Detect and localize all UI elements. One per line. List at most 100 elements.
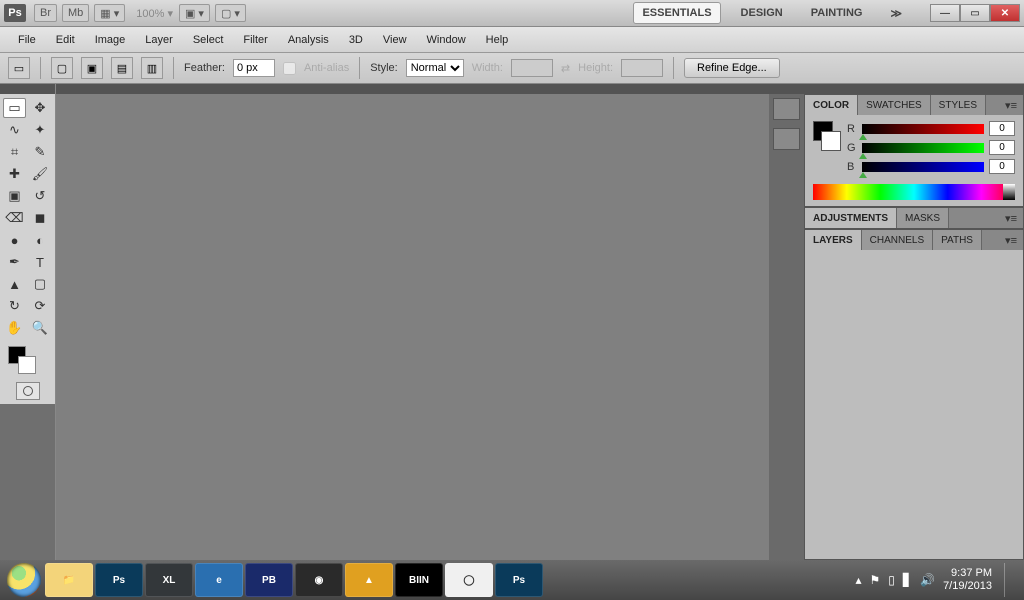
adjustments-panel-menu-icon[interactable]: ▾≡ — [999, 208, 1023, 228]
menu-filter[interactable]: Filter — [233, 30, 277, 50]
tools-drag-header[interactable] — [0, 84, 55, 94]
feather-input[interactable] — [233, 59, 275, 77]
screen-mode-chip[interactable]: ▣ ▾ — [179, 4, 210, 22]
taskbar-app-pb[interactable]: PB — [245, 563, 293, 597]
tab-color[interactable]: COLOR — [805, 95, 858, 115]
taskbar-photoshop[interactable]: Ps — [95, 563, 143, 597]
new-selection-icon[interactable]: ▢ — [51, 57, 73, 79]
tool-3d-orbit[interactable]: ⟳ — [29, 296, 52, 316]
minimize-button[interactable]: — — [930, 4, 960, 22]
tray-network-icon[interactable]: ▋ — [903, 573, 912, 587]
tray-up-icon[interactable]: ▴ — [855, 573, 861, 587]
quick-mask-toggle[interactable] — [0, 378, 55, 404]
workspace-design[interactable]: DESIGN — [733, 3, 791, 23]
taskbar-ie[interactable]: e — [195, 563, 243, 597]
menu-help[interactable]: Help — [476, 30, 519, 50]
tray-clock[interactable]: 9:37 PM 7/19/2013 — [943, 567, 992, 593]
tab-swatches[interactable]: SWATCHES — [858, 95, 931, 115]
tab-adjustments[interactable]: ADJUSTMENTS — [805, 208, 897, 228]
tool-gradient[interactable]: ◼ — [29, 208, 52, 228]
background-swatch[interactable] — [18, 356, 36, 374]
menu-file[interactable]: File — [8, 30, 46, 50]
canvas-area[interactable] — [56, 84, 769, 560]
dock-icon-2[interactable] — [773, 128, 800, 150]
zoom-level[interactable]: 100% ▾ — [136, 7, 173, 20]
maximize-button[interactable]: ▭ — [960, 4, 990, 22]
tab-channels[interactable]: CHANNELS — [862, 230, 933, 250]
tab-layers[interactable]: LAYERS — [805, 230, 862, 250]
layers-panel-menu-icon[interactable]: ▾≡ — [999, 230, 1023, 250]
tool-move[interactable]: ✥ — [29, 98, 52, 118]
add-selection-icon[interactable]: ▣ — [81, 57, 103, 79]
subtract-selection-icon[interactable]: ▤ — [111, 57, 133, 79]
r-slider[interactable] — [862, 124, 984, 134]
more-workspaces-icon[interactable]: ≫ — [890, 7, 902, 20]
tool-heal[interactable]: ✚ — [3, 164, 26, 184]
taskbar-chrome[interactable]: ◯ — [445, 563, 493, 597]
arrange-chip[interactable]: ▢ ▾ — [215, 4, 246, 22]
taskbar-photoshop-2[interactable]: Ps — [495, 563, 543, 597]
spectrum-bar[interactable] — [813, 184, 1015, 200]
tool-zoom[interactable]: 🔍 — [29, 318, 52, 338]
minibridge-chip[interactable]: Mb — [62, 4, 89, 22]
tool-3d-rotate[interactable]: ↻ — [3, 296, 26, 316]
dock-icon-1[interactable] — [773, 98, 800, 120]
tab-paths[interactable]: PATHS — [933, 230, 982, 250]
tool-history-brush[interactable]: ↺ — [29, 186, 52, 206]
tab-styles[interactable]: STYLES — [931, 95, 986, 115]
menu-edit[interactable]: Edit — [46, 30, 85, 50]
tool-stamp[interactable]: ▣ — [3, 186, 26, 206]
menu-select[interactable]: Select — [183, 30, 234, 50]
tool-marquee[interactable]: ▭ — [3, 98, 26, 118]
panel-bg-swatch[interactable] — [821, 131, 841, 151]
style-select[interactable]: Normal — [406, 59, 464, 77]
tool-quick-select[interactable]: ✦ — [29, 120, 52, 140]
dock-header[interactable] — [769, 84, 804, 94]
panel-swatch-pair[interactable] — [813, 121, 841, 155]
taskbar-xl[interactable]: XL — [145, 563, 193, 597]
tool-eyedropper[interactable]: ✎ — [29, 142, 52, 162]
intersect-selection-icon[interactable]: ▥ — [141, 57, 163, 79]
b-slider[interactable] — [862, 162, 984, 172]
tray-volume-icon[interactable]: 🔊 — [920, 573, 935, 587]
current-tool-icon[interactable]: ▭ — [8, 57, 30, 79]
menu-image[interactable]: Image — [85, 30, 136, 50]
taskbar-biin[interactable]: BIIN — [395, 563, 443, 597]
g-slider[interactable] — [862, 143, 984, 153]
menu-analysis[interactable]: Analysis — [278, 30, 339, 50]
r-value[interactable]: 0 — [989, 121, 1015, 136]
tool-pen[interactable]: ✒ — [3, 252, 26, 272]
tool-path-select[interactable]: ▲ — [3, 274, 26, 294]
layers-body[interactable] — [805, 250, 1023, 460]
start-button[interactable] — [4, 560, 44, 600]
menu-window[interactable]: Window — [417, 30, 476, 50]
tray-battery-icon[interactable]: ▯ — [888, 573, 895, 587]
tool-brush[interactable]: 🖌 — [29, 164, 52, 184]
tool-shape[interactable]: ▢ — [29, 274, 52, 294]
view-chip-1[interactable]: ▦ ▾ — [94, 4, 125, 22]
menu-view[interactable]: View — [373, 30, 417, 50]
tool-eraser[interactable]: ⌫ — [3, 208, 26, 228]
taskbar-explorer[interactable]: 📁 — [45, 563, 93, 597]
tool-crop[interactable]: ⌗ — [3, 142, 26, 162]
tool-hand[interactable]: ✋ — [3, 318, 26, 338]
menu-layer[interactable]: Layer — [135, 30, 183, 50]
tool-lasso[interactable]: ∿ — [3, 120, 26, 140]
show-desktop-button[interactable] — [1004, 563, 1014, 597]
bridge-chip[interactable]: Br — [34, 4, 57, 22]
tray-flag-icon[interactable]: ⚑ — [870, 573, 881, 587]
color-swatches[interactable] — [0, 342, 55, 378]
menu-3d[interactable]: 3D — [339, 30, 373, 50]
close-button[interactable]: ✕ — [990, 4, 1020, 22]
workspace-painting[interactable]: PAINTING — [803, 3, 871, 23]
color-panel-menu-icon[interactable]: ▾≡ — [999, 95, 1023, 115]
workspace-essentials[interactable]: ESSENTIALS — [633, 2, 720, 24]
tool-dodge[interactable]: ◐ — [29, 230, 52, 250]
b-value[interactable]: 0 — [989, 159, 1015, 174]
tab-masks[interactable]: MASKS — [897, 208, 949, 228]
refine-edge-button[interactable]: Refine Edge... — [684, 58, 780, 78]
tool-blur[interactable]: ● — [3, 230, 26, 250]
taskbar-media[interactable]: ◉ — [295, 563, 343, 597]
panels-header[interactable] — [804, 84, 1024, 94]
taskbar-aimp[interactable]: ▲ — [345, 563, 393, 597]
